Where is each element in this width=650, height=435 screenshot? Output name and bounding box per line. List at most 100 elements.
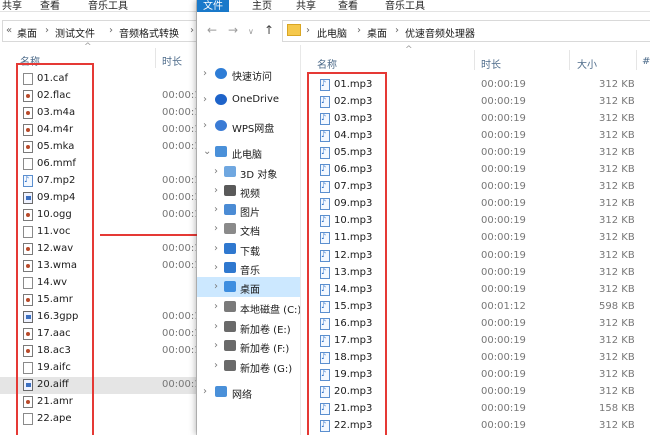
file-duration: 00:00:19 (481, 283, 526, 295)
file-size: 598 KB (599, 300, 635, 312)
file-size: 312 KB (599, 283, 635, 295)
file-row[interactable]: 14.mp300:00:19312 KB (197, 282, 650, 299)
breadcrumb-separator-icon: › (109, 25, 113, 36)
forward-arrow-icon[interactable]: → (228, 23, 238, 37)
file-duration: 00:00:19 (481, 96, 526, 108)
file-row[interactable]: 15.mp300:01:12598 KB (197, 299, 650, 316)
address-bar[interactable]: « 桌面 › 测试文件 › 音频格式转换 › (2, 20, 196, 42)
file-duration: 00:00:19 (481, 113, 526, 125)
column-divider[interactable] (155, 48, 156, 68)
file-duration: 00:00:1 (162, 345, 197, 356)
column-divider[interactable] (474, 50, 475, 70)
file-row[interactable]: 17.mp300:00:19312 KB (197, 333, 650, 350)
breadcrumb-item[interactable]: 桌面 (367, 25, 387, 40)
file-duration: 00:00:19 (481, 232, 526, 244)
file-duration: 00:00:1 (162, 379, 197, 390)
breadcrumb-item[interactable]: 测试文件 (55, 25, 95, 40)
breadcrumb-item[interactable]: 此电脑 (317, 25, 347, 40)
file-size: 312 KB (599, 249, 635, 261)
file-duration: 00:00:19 (481, 368, 526, 380)
file-size: 158 KB (599, 402, 635, 414)
file-size: 312 KB (599, 334, 635, 346)
file-size: 312 KB (599, 198, 635, 210)
file-duration: 00:00:19 (481, 249, 526, 261)
column-header-size[interactable]: 大小 (577, 56, 597, 71)
file-size: 312 KB (599, 385, 635, 397)
overflow-chevron-icon[interactable]: « (6, 25, 12, 36)
column-header-duration[interactable]: 时长 (162, 53, 182, 68)
file-duration: 00:00:19 (481, 79, 526, 90)
file-row[interactable]: 05.mp300:00:19312 KB (197, 145, 650, 162)
file-duration: 00:00:19 (481, 266, 526, 278)
file-row[interactable]: 21.mp300:00:19158 KB (197, 401, 650, 418)
file-duration: 00:00:1 (162, 260, 197, 271)
file-duration: 00:00:1 (162, 192, 197, 203)
file-row[interactable]: 02.mp300:00:19312 KB (197, 94, 650, 111)
breadcrumb-separator-icon: › (45, 25, 49, 36)
file-duration: 00:00:1 (162, 141, 197, 152)
file-size: 312 KB (599, 147, 635, 159)
folder-icon (287, 24, 301, 36)
file-row[interactable]: 19.mp300:00:19312 KB (197, 367, 650, 384)
file-row[interactable]: 18.mp300:00:19312 KB (197, 350, 650, 367)
breadcrumb-separator-icon: › (395, 25, 399, 36)
column-divider[interactable] (636, 50, 637, 70)
address-bar[interactable]: › 此电脑 › 桌面 › 优速音频处理器 (282, 20, 650, 42)
up-arrow-icon[interactable]: ↑ (264, 23, 274, 37)
ribbon-tab-music-tools[interactable]: 音乐工具 (88, 0, 128, 12)
file-duration: 00:00:19 (481, 215, 526, 227)
file-row[interactable]: 06.mp300:00:19312 KB (197, 162, 650, 179)
file-duration: 00:00:1 (162, 90, 197, 101)
annotation-highlight-box (16, 63, 94, 435)
file-duration: 00:00:19 (481, 317, 526, 329)
file-row[interactable]: 03.mp300:00:19312 KB (197, 111, 650, 128)
file-size: 312 KB (599, 368, 635, 380)
breadcrumb-item[interactable]: 优速音频处理器 (405, 25, 475, 40)
file-row[interactable]: 07.mp300:00:19312 KB (197, 179, 650, 196)
file-row[interactable]: 04.mp300:00:19312 KB (197, 128, 650, 145)
breadcrumb-item[interactable]: 桌面 (17, 25, 37, 40)
file-duration: 00:00:1 (162, 209, 197, 220)
file-size: 312 KB (599, 181, 635, 193)
file-duration: 00:00:1 (162, 311, 197, 322)
file-size: 312 KB (599, 232, 635, 244)
file-duration: 00:00:19 (481, 351, 526, 363)
column-header-name[interactable]: 名称 (317, 56, 337, 71)
column-divider[interactable] (569, 50, 570, 70)
file-size: 312 KB (599, 351, 635, 363)
file-row[interactable]: 22.mp300:00:19312 KB (197, 418, 650, 435)
ribbon-tab-view[interactable]: 查看 (338, 0, 358, 12)
ribbon-tab-share[interactable]: 共享 (2, 0, 22, 12)
file-row[interactable]: 12.mp300:00:19312 KB (197, 248, 650, 265)
file-duration: 00:00:19 (481, 181, 526, 193)
file-duration: 00:00:19 (481, 198, 526, 210)
file-duration: 00:00:19 (481, 334, 526, 346)
column-header-number[interactable]: # (642, 56, 650, 67)
file-size: 312 KB (599, 96, 635, 108)
file-row[interactable]: 10.mp300:00:19312 KB (197, 213, 650, 230)
column-header-duration[interactable]: 时长 (481, 56, 501, 71)
ribbon-tabs: 共享 查看 音乐工具 (0, 0, 196, 12)
back-arrow-icon[interactable]: ← (207, 23, 217, 37)
ribbon-tab-view[interactable]: 查看 (40, 0, 60, 12)
breadcrumb-separator-icon: › (190, 25, 194, 36)
file-row[interactable]: 01.mp300:00:19312 KB (197, 77, 650, 94)
ribbon-tab-music-tools[interactable]: 音乐工具 (385, 0, 425, 12)
file-row[interactable]: 09.mp300:00:19312 KB (197, 196, 650, 213)
file-row[interactable]: 20.mp300:00:19312 KB (197, 384, 650, 401)
file-size: 312 KB (599, 215, 635, 227)
file-size: 312 KB (599, 164, 635, 176)
recent-locations-chevron-icon[interactable]: ∨ (248, 27, 254, 36)
file-row[interactable]: 16.mp300:00:19312 KB (197, 316, 650, 333)
file-size: 312 KB (599, 317, 635, 329)
ribbon-tab-share[interactable]: 共享 (296, 0, 316, 12)
breadcrumb-item[interactable]: 音频格式转换 (119, 25, 179, 40)
file-duration: 00:00:19 (481, 402, 526, 414)
ribbon-tab-home[interactable]: 主页 (252, 0, 272, 12)
output-explorer-window: 文件 主页 共享 查看 音乐工具 ← → ∨ ↑ › 此电脑 › 桌面 › 优速… (197, 0, 650, 435)
file-row[interactable]: 13.mp300:00:19312 KB (197, 265, 650, 282)
ribbon-tab-file[interactable]: 文件 (197, 0, 229, 12)
file-row[interactable]: 11.mp300:00:19312 KB (197, 230, 650, 247)
file-size: 312 KB (599, 113, 635, 125)
file-duration: 00:00:1 (162, 175, 197, 186)
